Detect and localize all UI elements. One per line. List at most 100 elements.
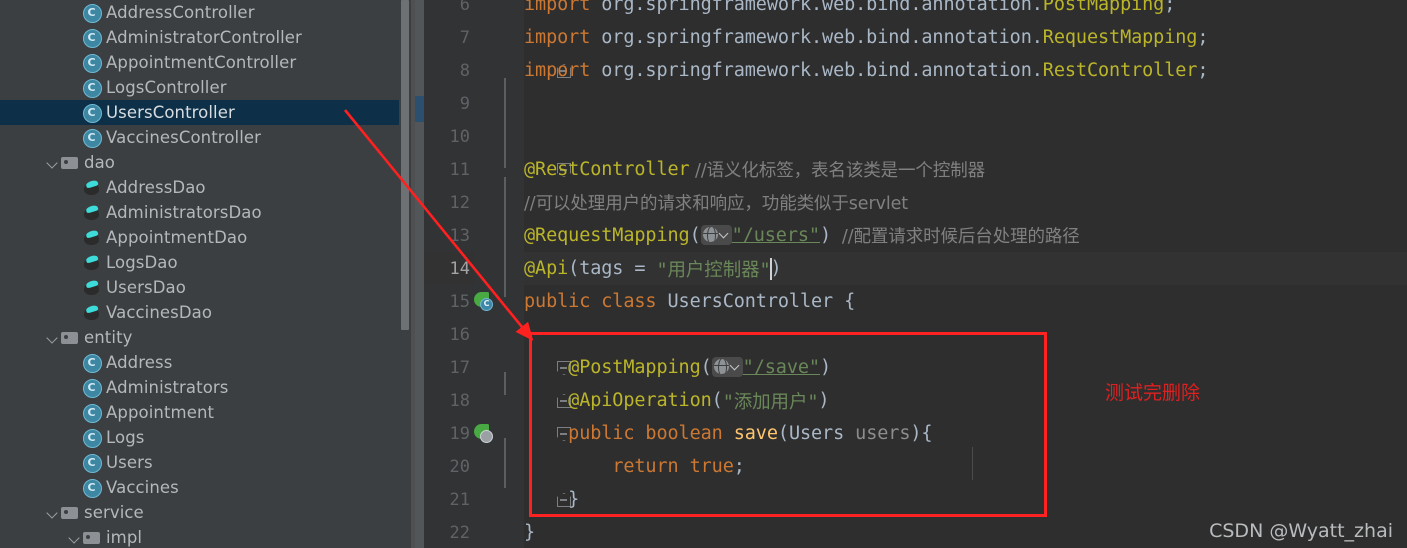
- gutter-icon-area[interactable]: [474, 120, 524, 153]
- gutter-icon-area[interactable]: [474, 252, 571, 285]
- code-text[interactable]: @RequestMapping("/users") //配置请求时候后台处理的路…: [524, 219, 1407, 252]
- tree-item-vaccinesdao[interactable]: VaccinesDao: [0, 300, 411, 325]
- tree-item-address[interactable]: Address: [0, 350, 411, 375]
- gutter-icon-area[interactable]: [474, 54, 571, 87]
- code-line-7[interactable]: 7 import org.springframework.web.bind.ann…: [415, 21, 1407, 54]
- code-text[interactable]: [524, 120, 1407, 153]
- tree-item-appointment[interactable]: Appointment: [0, 400, 411, 425]
- gutter-icon-area[interactable]: [474, 450, 524, 483]
- tree-item-vaccines[interactable]: Vaccines: [0, 475, 411, 500]
- code-text[interactable]: [524, 318, 1407, 351]
- project-tree-scrollbar-thumb[interactable]: [401, 0, 409, 330]
- boolean-literal: true: [678, 456, 734, 477]
- code-text[interactable]: [524, 87, 1407, 120]
- code-line-20[interactable]: 20 return true;: [415, 450, 1407, 483]
- gutter-icon-area[interactable]: [474, 318, 524, 351]
- tree-item-administrators[interactable]: Administrators: [0, 375, 411, 400]
- line-number-box: 11: [424, 153, 474, 186]
- tree-item-addresscontroller[interactable]: AddressController: [0, 0, 411, 25]
- tree-item-logscontroller[interactable]: LogsController: [0, 75, 411, 100]
- bean-dot: [480, 430, 493, 443]
- brace-close: }: [524, 522, 536, 543]
- chevron-down-icon[interactable]: [46, 155, 61, 170]
- code-line-18[interactable]: 18 @ApiOperation("添加用户"): [415, 384, 1407, 417]
- spring-bean-icon[interactable]: C: [474, 292, 494, 312]
- tree-item-vaccinescontroller[interactable]: VaccinesController: [0, 125, 411, 150]
- code-line-12[interactable]: 12 //可以处理用户的请求和响应，功能类似于servlet: [415, 186, 1407, 219]
- code-line-11[interactable]: 11 @RestController //语义化标签，表名该类是一个控制器: [415, 153, 1407, 186]
- line-number-box: 20: [424, 450, 474, 483]
- code-text[interactable]: import org.springframework.web.bind.anno…: [524, 54, 1407, 87]
- tree-item-impl[interactable]: impl: [0, 525, 411, 548]
- globe-dropdown-icon[interactable]: [700, 224, 732, 245]
- tree-item-service[interactable]: service: [0, 500, 411, 525]
- gutter-icon-area[interactable]: [474, 483, 571, 516]
- gutter-icon-area[interactable]: [474, 186, 524, 219]
- spring-endpoint-icon[interactable]: [474, 424, 494, 444]
- method-name: save: [733, 423, 778, 444]
- code-line-16[interactable]: 16: [415, 318, 1407, 351]
- code-text[interactable]: @RestController //语义化标签，表名该类是一个控制器: [524, 153, 1407, 186]
- code-line-9[interactable]: 9: [415, 87, 1407, 120]
- tree-item-label: Users: [106, 453, 153, 472]
- tree-item-appointmentdao[interactable]: AppointmentDao: [0, 225, 411, 250]
- code-text[interactable]: //可以处理用户的请求和响应，功能类似于servlet: [524, 186, 1407, 219]
- chevron-down-icon[interactable]: [46, 505, 61, 520]
- gutter-icon-area[interactable]: [474, 516, 524, 548]
- chevron-down-icon[interactable]: [68, 530, 83, 545]
- tree-item-users[interactable]: Users: [0, 450, 411, 475]
- tree-item-entity[interactable]: entity: [0, 325, 411, 350]
- project-tree-panel[interactable]: AddressController AdministratorController…: [0, 0, 411, 548]
- line-number-box: 22: [424, 516, 474, 548]
- tree-item-logsdao[interactable]: LogsDao: [0, 250, 411, 275]
- project-tree-scrollbar-track[interactable]: [399, 0, 411, 548]
- bean-glyph: [481, 431, 492, 442]
- code-text[interactable]: @ApiOperation("添加用户"): [524, 384, 1407, 417]
- code-line-19[interactable]: 19 public boolean save(Users users){: [415, 417, 1407, 450]
- code-line-17[interactable]: 17 @PostMapping("/save"): [415, 351, 1407, 384]
- code-line-6[interactable]: 6 import org.springframework.web.bind.ann…: [415, 0, 1407, 21]
- tree-item-dao[interactable]: dao: [0, 150, 411, 175]
- code-line-8[interactable]: 8 import org.springframework.web.bind.ann…: [415, 54, 1407, 87]
- tree-item-administratorcontroller[interactable]: AdministratorController: [0, 25, 411, 50]
- gutter-icon-area[interactable]: C: [474, 285, 524, 318]
- project-tree-list[interactable]: AddressController AdministratorController…: [0, 0, 411, 548]
- gutter-icon-area[interactable]: [474, 0, 524, 21]
- tree-item-administratorsdao[interactable]: AdministratorsDao: [0, 200, 411, 225]
- mapping-path: "/save": [742, 357, 820, 378]
- code-text[interactable]: public boolean save(Users users){: [524, 417, 1407, 450]
- code-text[interactable]: @PostMapping("/save"): [524, 351, 1407, 384]
- gutter-icon-area[interactable]: [474, 417, 571, 450]
- gutter-icon-area[interactable]: [474, 87, 524, 120]
- gutter-icon-area[interactable]: [474, 351, 571, 384]
- tree-item-appointmentcontroller[interactable]: AppointmentController: [0, 50, 411, 75]
- code-editor[interactable]: 6 import org.springframework.web.bind.ann…: [415, 0, 1407, 548]
- code-text[interactable]: }: [524, 483, 1407, 516]
- tree-item-addressdao[interactable]: AddressDao: [0, 175, 411, 200]
- code-text[interactable]: public class UsersController {: [524, 285, 1407, 318]
- gutter-icon-area[interactable]: [474, 153, 571, 186]
- globe-dropdown-icon[interactable]: [711, 356, 743, 377]
- gutter-icon-area[interactable]: [474, 21, 524, 54]
- code-line-10[interactable]: 10: [415, 120, 1407, 153]
- gutter-icon-area[interactable]: [474, 219, 524, 252]
- tree-item-label: AppointmentDao: [106, 228, 248, 247]
- tree-item-logs[interactable]: Logs: [0, 425, 411, 450]
- code-line-21[interactable]: 21 }: [415, 483, 1407, 516]
- class-icon: [83, 54, 102, 73]
- code-line-14[interactable]: 14 @Api (tags = "用户控制器"): [415, 252, 1407, 285]
- tree-item-usersdao[interactable]: UsersDao: [0, 275, 411, 300]
- chevron-down-icon[interactable]: [46, 330, 61, 345]
- code-text[interactable]: import org.springframework.web.bind.anno…: [524, 0, 1407, 21]
- code-text[interactable]: @Api (tags = "用户控制器"): [524, 252, 1407, 285]
- tree-item-label: AdministratorsDao: [106, 203, 262, 222]
- code-text[interactable]: import org.springframework.web.bind.anno…: [524, 21, 1407, 54]
- line-number: 7: [459, 27, 470, 48]
- gutter-icon-area[interactable]: [474, 384, 571, 417]
- code-text[interactable]: return true;: [524, 450, 1407, 483]
- code-line-13[interactable]: 13 @RequestMapping("/users") //配置请求时候后台处理…: [415, 219, 1407, 252]
- code-line-15[interactable]: 15 Cpublic class UsersController {: [415, 285, 1407, 318]
- keyword-import: import: [524, 27, 591, 48]
- tree-item-userscontroller[interactable]: UsersController: [0, 100, 411, 125]
